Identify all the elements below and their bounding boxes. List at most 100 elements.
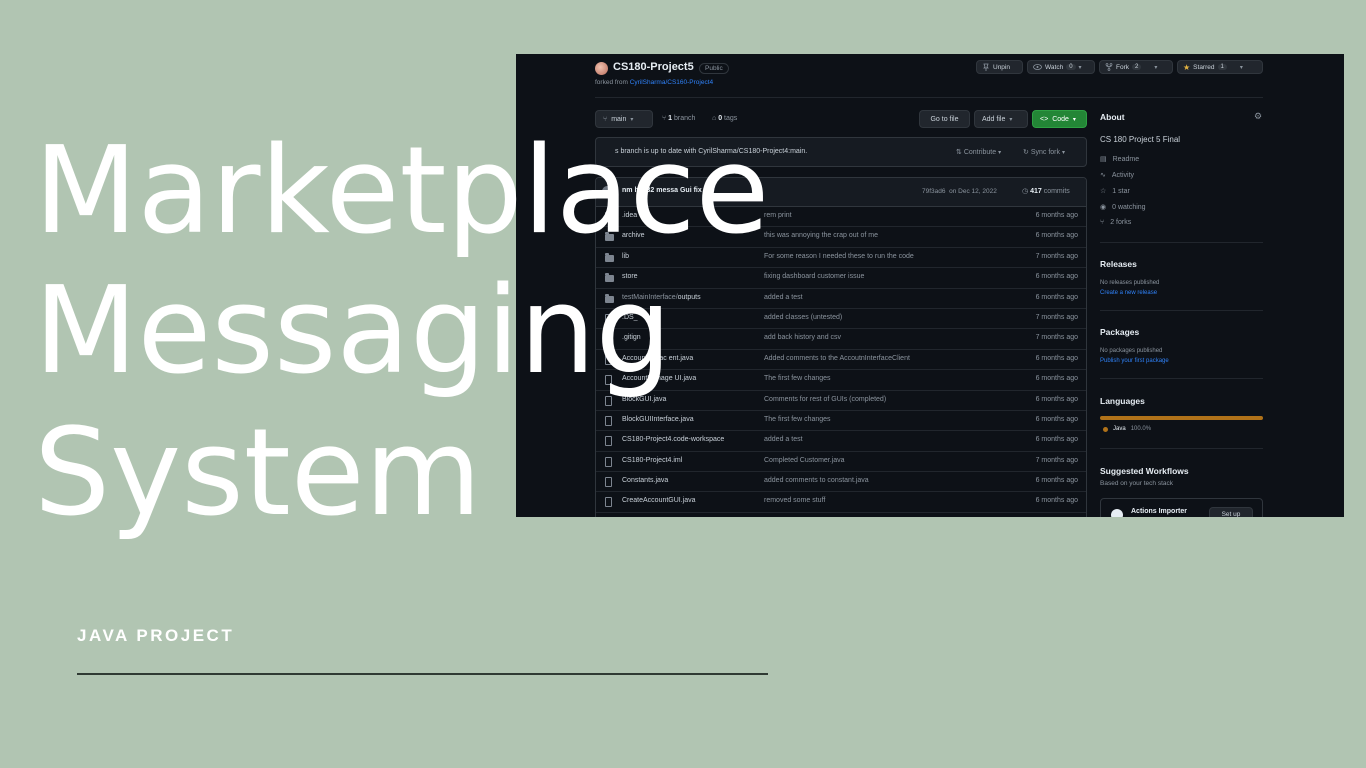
commit-time: 7 months ago (1035, 334, 1078, 342)
chevron-down-icon: ▾ (1009, 116, 1013, 123)
commit-message[interactable]: The first few changes (764, 375, 831, 382)
table-row[interactable]: CS180-Project4.iml Completed Customer.jav… (596, 452, 1086, 473)
commit-time: 6 months ago (1035, 375, 1078, 383)
set-up-button[interactable]: Set up (1209, 507, 1253, 517)
commit-hash[interactable]: 79f3ad6 (922, 188, 946, 195)
commit-time: 7 months ago (1035, 313, 1078, 321)
unpin-label: Unpin (993, 63, 1010, 71)
file-name-text: CS180-Project4.iml (622, 456, 683, 464)
branches-label: branch (674, 115, 696, 122)
eye-icon: ◉ (1100, 204, 1107, 211)
fork-count: 2 (1132, 64, 1142, 70)
commits-link[interactable]: ◷ 417 commits (1022, 187, 1070, 195)
sidebar-divider (1100, 310, 1263, 311)
repo-name[interactable]: CS180-Project5 (613, 61, 694, 73)
commit-message[interactable]: added classes (untested) (764, 314, 842, 321)
file-name[interactable]: CreateAccountGUI.java (622, 497, 696, 504)
file-name-text: CreateAccountGUI.java (622, 497, 696, 505)
go-to-file-button[interactable]: Go to file (919, 110, 970, 128)
file-icon (605, 436, 612, 447)
eye-icon (1033, 64, 1042, 70)
commit-message[interactable]: added a test (764, 294, 803, 301)
sync-fork-button[interactable]: ↻ Sync fork ▾ (1023, 148, 1065, 156)
commit-message[interactable]: added comments to constant.java (764, 477, 869, 484)
commit-message[interactable]: Added comments to the AccoutnInterfaceCl… (764, 355, 910, 362)
file-name[interactable]: CS180-Project4.code-workspace (622, 436, 724, 443)
based-on-text: Based on your tech stack (1100, 480, 1173, 487)
file-name[interactable]: BlockGUIInterface.java (622, 416, 694, 423)
commit-message[interactable]: this was annoying the crap out of me (764, 232, 878, 239)
workflow-card: Actions Importer Set up (1100, 498, 1263, 517)
no-releases-text: No releases published (1100, 280, 1160, 286)
star-icon: ★ (1183, 62, 1191, 72)
hero-title-line-2: Messaging (34, 262, 672, 401)
sidebar-divider (1100, 242, 1263, 243)
activity-label: Activity (1111, 171, 1135, 179)
create-release-link[interactable]: Create a new release (1100, 290, 1157, 296)
forked-link[interactable]: CyrilSharma/CS160-Project4 (630, 79, 713, 86)
readme-link[interactable]: ▤ Readme (1100, 155, 1140, 164)
releases-heading[interactable]: Releases (1100, 259, 1137, 269)
chevron-down-icon: ▾ (1154, 64, 1158, 71)
file-icon (605, 456, 612, 467)
tags-link[interactable]: ⌂ 0 tags (712, 115, 737, 122)
commit-message[interactable]: removed some stuff (764, 497, 825, 504)
watch-button[interactable]: Watch 0 ▾ (1027, 60, 1095, 74)
watching-label: 0 watching (1112, 203, 1146, 211)
commit-message[interactable]: fixing dashboard customer issue (764, 273, 864, 280)
visibility-badge: Public (699, 63, 729, 74)
pulse-icon: ∿ (1100, 172, 1106, 179)
table-row[interactable]: Constants.java added comments to constant… (596, 472, 1086, 493)
commit-message[interactable]: Comments for rest of GUIs (completed) (764, 396, 886, 403)
table-row[interactable]: CS180-Project4.code-workspace added a tes… (596, 431, 1086, 452)
actions-importer-icon (1111, 509, 1123, 517)
star-outline-icon: ☆ (1100, 188, 1107, 195)
activity-link[interactable]: ∿ Activity (1100, 171, 1135, 180)
commit-message[interactable]: Completed Customer.java (764, 457, 845, 464)
commit-message[interactable]: The first few changes (764, 416, 831, 423)
starred-button[interactable]: ★ Starred 1 ▾ (1177, 60, 1263, 74)
tag-icon: ⌂ (712, 115, 717, 122)
contribute-button[interactable]: ⇅ Contribute ▾ (956, 148, 1001, 156)
forks-label: 2 forks (1110, 219, 1132, 226)
pull-request-icon: ⇅ (956, 149, 962, 156)
readme-label: Readme (1112, 155, 1140, 163)
commit-message[interactable]: add back history and csv (764, 334, 841, 341)
commit-hash-date: 79f3ad6 on Dec 12, 2022 (922, 188, 997, 195)
commit-time: 7 months ago (1035, 456, 1078, 464)
gear-icon[interactable]: ⚙ (1254, 111, 1262, 122)
subtitle: JAVA PROJECT (77, 626, 235, 645)
commit-message[interactable]: added a test (764, 436, 803, 443)
commit-time: 7 months ago (1035, 252, 1078, 260)
fork-button[interactable]: Fork 2 ▾ (1099, 60, 1173, 74)
chevron-down-icon: ▾ (1061, 150, 1065, 156)
unpin-button[interactable]: Unpin (976, 60, 1023, 74)
java-label: Java (1113, 426, 1126, 432)
commit-time: 6 months ago (1035, 436, 1078, 444)
commit-time: 6 months ago (1035, 415, 1078, 423)
watching-link[interactable]: ◉ 0 watching (1100, 203, 1146, 212)
table-row[interactable]: CreateAccountGUI.java removed some stuff 6… (596, 492, 1086, 513)
file-name[interactable]: Constants.java (622, 477, 668, 484)
chevron-down-icon: ▾ (1072, 116, 1076, 123)
branches-link[interactable]: ⑂ 1 branch (662, 115, 695, 122)
file-name[interactable]: CS180-Project4.iml (622, 457, 682, 464)
table-row[interactable]: BlockGUIInterface.java The first few chan… (596, 411, 1086, 432)
forks-link[interactable]: ⑂ 2 forks (1100, 219, 1131, 226)
sidebar-divider (1100, 378, 1263, 379)
packages-heading[interactable]: Packages (1100, 327, 1139, 337)
publish-package-link[interactable]: Publish your first package (1100, 358, 1169, 364)
owner-avatar[interactable] (595, 62, 608, 75)
tags-label: tags (724, 115, 738, 122)
sidebar-divider (1100, 448, 1263, 449)
chevron-down-icon: ▾ (998, 150, 1002, 156)
commit-message[interactable]: For some reason I needed these to run th… (764, 253, 914, 260)
java-color-dot (1103, 426, 1108, 432)
code-button[interactable]: <> Code ▾ (1032, 110, 1087, 128)
contribute-label: Contribute (963, 149, 997, 156)
language-java[interactable]: Java 100.0% (1103, 426, 1151, 432)
java-percent: 100.0% (1130, 426, 1152, 432)
add-file-button[interactable]: Add file ▾ (974, 110, 1028, 128)
stars-link[interactable]: ☆ 1 star (1100, 187, 1130, 196)
commits-label: commits (1043, 188, 1070, 195)
